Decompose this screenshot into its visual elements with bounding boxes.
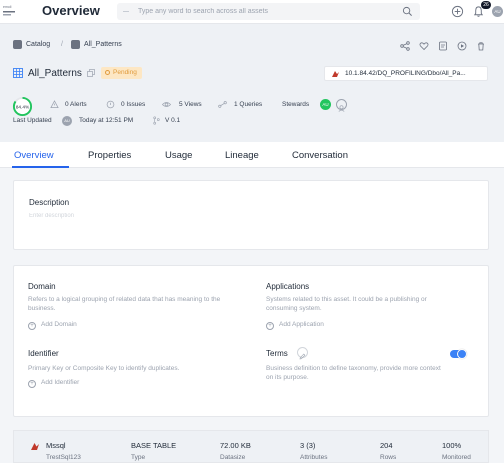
search-prefix-icon [123, 11, 129, 12]
add-domain-button[interactable]: + Add Domain [28, 321, 77, 330]
domain-description-line2: business. [28, 305, 56, 312]
notification-badge: 26 [481, 1, 491, 9]
rows-value: 204 [380, 441, 393, 450]
mssql-icon [31, 443, 39, 450]
share-icon[interactable] [400, 41, 410, 51]
add-identifier-label: Add Identifier [41, 379, 80, 386]
description-card: Description [13, 180, 489, 250]
attributes-label: Attributes [300, 454, 328, 461]
user-avatar[interactable]: AU [492, 6, 503, 17]
source-sub: TrestSql123 [46, 454, 81, 461]
notes-icon[interactable] [438, 41, 448, 51]
add-domain-label: Add Domain [41, 321, 77, 328]
views-count: 5 Views [179, 101, 202, 108]
connection-path[interactable]: 10.1.84.42/DQ_PROFILING/Dbo/All_Pa... [324, 66, 488, 81]
domain-title: Domain [28, 282, 56, 291]
updated-by-avatar: AU [62, 116, 72, 126]
score-text: 84.4% [16, 104, 30, 110]
asset-summary-row: Mssql TrestSql123 BASE TABLE Type 72.00 … [13, 430, 489, 463]
monitored-value: 100% [442, 441, 462, 450]
queries-count[interactable]: 1 Queries [234, 101, 262, 108]
domain-description-line1: Refers to a logical grouping of related … [28, 296, 221, 303]
plus-circle-icon: + [28, 322, 36, 330]
global-search[interactable] [117, 3, 420, 20]
logo-mark-icon [3, 11, 15, 16]
toggle-knob [457, 349, 467, 359]
identifier-title: Identifier [28, 349, 59, 358]
eye-icon [162, 102, 171, 107]
terms-toggle[interactable] [450, 349, 467, 359]
add-steward-button[interactable] [336, 99, 347, 112]
tab-lineage[interactable]: Lineage [225, 150, 259, 161]
plus-circle-icon: + [266, 322, 274, 330]
search-icon[interactable] [402, 6, 413, 17]
description-input[interactable] [29, 213, 229, 219]
issues-count[interactable]: 0 Issues [121, 101, 145, 108]
identifier-description: Primary Key or Composite Key to identify… [28, 365, 180, 372]
query-icon [218, 101, 227, 108]
type-value: BASE TABLE [131, 441, 177, 450]
source-name: Mssql [46, 441, 66, 450]
alerts-count[interactable]: 0 Alerts [65, 101, 87, 108]
heart-icon[interactable] [419, 41, 429, 51]
type-label: Type [131, 454, 146, 461]
details-card [13, 265, 489, 417]
alert-icon [50, 100, 59, 109]
search-input[interactable] [138, 5, 398, 18]
applications-description-line1: Systems related to this asset. It could … [266, 296, 427, 303]
datasize-value: 72.00 KB [220, 441, 251, 450]
status-label: Pending [113, 69, 137, 76]
user-icon [338, 105, 345, 112]
pending-icon [105, 69, 110, 75]
description-title: Description [29, 198, 70, 207]
add-circle-icon[interactable] [451, 5, 464, 18]
attributes-value: 3 (3) [300, 441, 316, 450]
last-updated-time: Today at 12:51 PM [79, 117, 134, 124]
rows-label: Rows [380, 454, 397, 461]
steward-avatar[interactable]: AU [320, 99, 331, 110]
add-application-label: Add Application [279, 321, 324, 328]
trash-icon[interactable] [476, 41, 486, 51]
applications-description-line2: consuming system. [266, 305, 322, 312]
page-title: Overview [42, 3, 100, 18]
table-icon [71, 40, 80, 49]
dq-score-ring: 84.4% [12, 96, 33, 117]
tab-usage[interactable]: Usage [165, 150, 192, 161]
monitored-label: Monitored [442, 454, 471, 461]
add-application-button[interactable]: + Add Application [266, 321, 324, 330]
version-branch-icon [153, 116, 160, 125]
top-bar: emoli Overview 26 AU [0, 0, 504, 24]
add-identifier-button[interactable]: + Add Identifier [28, 379, 79, 388]
tab-properties[interactable]: Properties [88, 150, 131, 161]
breadcrumb-catalog[interactable]: Catalog [26, 41, 50, 48]
terms-title: Terms [266, 349, 288, 358]
asset-name: All_Patterns [28, 68, 82, 79]
stewards-label: Stewards [282, 101, 310, 108]
copy-icon[interactable] [87, 69, 95, 77]
play-icon[interactable] [457, 41, 467, 51]
tab-conversation[interactable]: Conversation [292, 150, 348, 161]
mssql-icon [332, 71, 339, 77]
terms-description-line2: on its purpose. [266, 374, 309, 381]
asset-header: Catalog / All_Patterns All_Patterns Pend… [0, 24, 504, 142]
tab-bar: Overview Properties Usage Lineage Conver… [0, 142, 504, 168]
pencil-icon [299, 353, 306, 360]
terms-edit-button[interactable] [297, 347, 308, 360]
catalog-icon [13, 40, 22, 49]
plus-circle-icon: + [28, 380, 36, 388]
tab-overview[interactable]: Overview [14, 150, 54, 161]
applications-title: Applications [266, 282, 310, 291]
datasize-label: Datasize [220, 454, 246, 461]
app-logo[interactable]: emoli [3, 5, 15, 17]
table-grid-icon [13, 68, 23, 78]
last-updated-label: Last Updated [13, 117, 52, 124]
issue-icon [106, 100, 115, 109]
breadcrumb-separator: / [61, 41, 63, 48]
status-badge[interactable]: Pending [101, 67, 142, 79]
breadcrumb-asset[interactable]: All_Patterns [84, 41, 122, 48]
path-text: 10.1.84.42/DQ_PROFILING/Dbo/All_Pa... [345, 70, 466, 77]
version-label[interactable]: V 0.1 [165, 117, 180, 124]
terms-description-line1: Business definition to define taxonomy, … [266, 365, 441, 372]
